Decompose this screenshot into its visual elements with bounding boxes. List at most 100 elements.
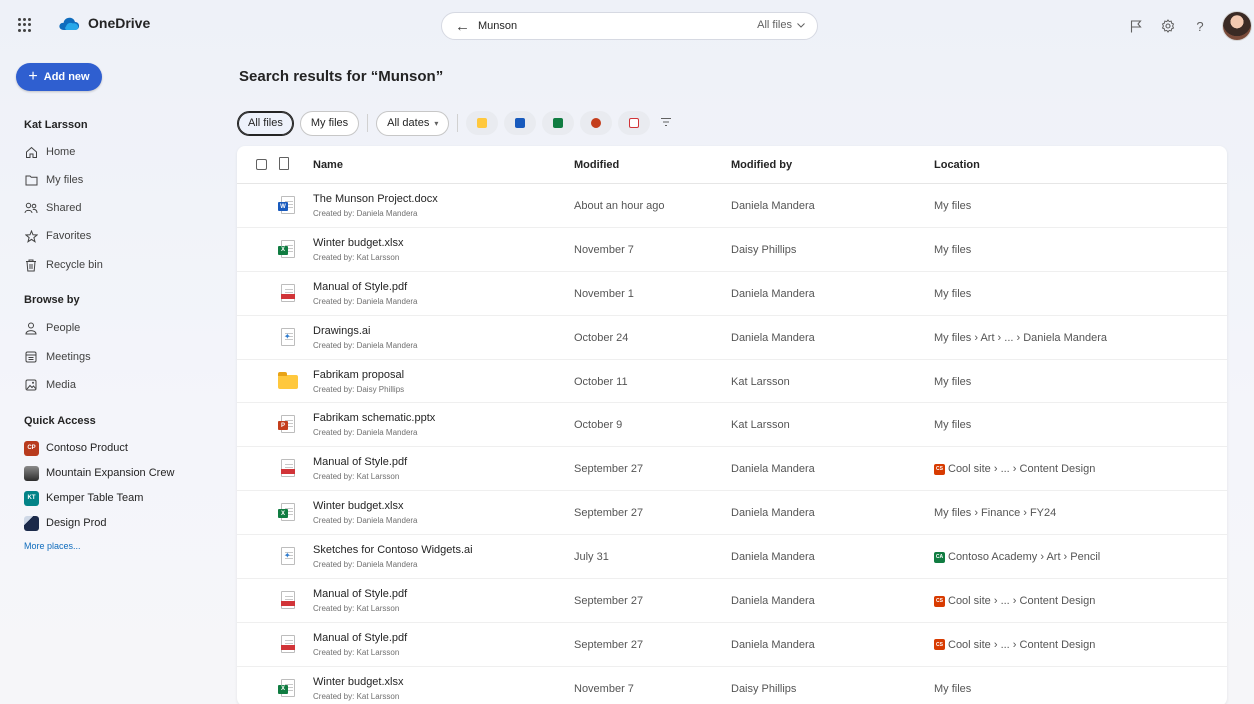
location[interactable]: My files [934, 376, 971, 388]
site-badge-icon: CS [934, 595, 945, 607]
table-row[interactable]: Fabrikam proposal Created by: Daisy Phill… [237, 360, 1227, 404]
table-row[interactable]: Manual of Style.pdf Created by: Kat Larss… [237, 579, 1227, 623]
results-table: Name Modified Modified by Location W The … [237, 146, 1227, 704]
file-name[interactable]: Drawings.ai [313, 325, 370, 337]
file-name[interactable]: Winter budget.xlsx [313, 237, 403, 249]
profile-avatar[interactable] [1222, 11, 1252, 41]
location[interactable]: CA Contoso Academy › Art › Pencil [934, 551, 1100, 563]
more-places-link[interactable]: More places... [24, 541, 81, 551]
nav-item-media[interactable]: Media [24, 376, 76, 394]
powerpoint-icon [591, 118, 602, 128]
table-row[interactable]: Manual of Style.pdf Created by: Kat Larss… [237, 447, 1227, 492]
table-row[interactable]: X Winter budget.xlsx Created by: Kat Larss… [237, 228, 1227, 272]
location[interactable]: My files [934, 200, 971, 212]
site-badge-icon: CS [934, 639, 945, 651]
help-icon[interactable]: ? [1184, 10, 1216, 42]
table-row[interactable]: Manual of Style.pdf Created by: Daniela M… [237, 272, 1227, 316]
excel-file-icon: X [278, 503, 296, 523]
modified-date: September 27 [574, 638, 644, 651]
filter-type-powerpoint[interactable] [580, 111, 613, 135]
search-scope-dropdown[interactable]: All files [757, 19, 805, 31]
filter-type-folder[interactable] [466, 111, 499, 135]
quick-access-mountain-expansion-crew[interactable]: Mountain Expansion Crew [24, 464, 174, 482]
modified-date: October 9 [574, 419, 623, 432]
flag-icon[interactable] [1120, 10, 1152, 42]
file-name[interactable]: Manual of Style.pdf [313, 588, 407, 600]
location[interactable]: CS Cool site › ... › Content Design [934, 463, 1095, 475]
column-name[interactable]: Name [313, 159, 343, 171]
filter-all-files[interactable]: All files [237, 110, 294, 136]
table-row[interactable]: W The Munson Project.docx Created by: Dani… [237, 184, 1227, 228]
location[interactable]: CS Cool site › ... › Content Design [934, 639, 1095, 651]
file-name[interactable]: The Munson Project.docx [313, 193, 438, 205]
location-path: My files [934, 419, 972, 432]
search-query[interactable]: Munson [478, 20, 517, 32]
location[interactable]: My files [934, 683, 971, 695]
file-name[interactable]: Fabrikam schematic.pptx [313, 412, 435, 424]
location[interactable]: My files [934, 244, 971, 256]
site-badge-icon: CP [24, 440, 39, 456]
location-path: My files [934, 200, 972, 212]
location[interactable]: My files › Art › ... › Daniela Mandera [934, 332, 1107, 344]
quick-access-label: Kemper Table Team [46, 492, 144, 504]
filter-type-pdf[interactable] [618, 111, 651, 135]
table-row[interactable]: P Fabrikam schematic.pptx Created by: Dani… [237, 403, 1227, 448]
filter-type-word[interactable] [504, 111, 537, 135]
onedrive-brand[interactable]: OneDrive [58, 15, 150, 31]
file-name[interactable]: Manual of Style.pdf [313, 456, 407, 468]
search-box[interactable]: ← Munson All files [441, 12, 818, 40]
location[interactable]: My files [934, 419, 971, 431]
location-path: My files [934, 375, 972, 388]
file-name[interactable]: Manual of Style.pdf [313, 632, 407, 644]
table-row[interactable]: X Winter budget.xlsx Created by: Daniela M… [237, 491, 1227, 536]
location[interactable]: CS Cool site › ... › Content Design [934, 595, 1095, 607]
table-row[interactable]: X Winter budget.xlsx Created by: Kat Larss… [237, 667, 1227, 704]
file-name[interactable]: Fabrikam proposal [313, 369, 404, 381]
modified-date: October 24 [574, 331, 629, 344]
arrow-left-icon[interactable]: ← [455, 18, 470, 35]
file-name[interactable]: Manual of Style.pdf [313, 281, 407, 293]
excel-file-icon: X [278, 678, 296, 699]
app-launcher-icon[interactable] [18, 18, 32, 32]
quick-access-design-prod[interactable]: Design Prod [24, 514, 107, 532]
modified-by: Daniela Mandera [731, 463, 815, 476]
file-name[interactable]: Sketches for Contoso Widgets.ai [313, 544, 473, 556]
nav-item-favorites[interactable]: Favorites [24, 227, 91, 245]
filter-icon[interactable] [660, 116, 672, 130]
page-title: Search results for “Munson” [239, 68, 444, 85]
filter-my-files[interactable]: My files [299, 110, 360, 136]
column-modified-by[interactable]: Modified by [731, 159, 792, 171]
nav-item-shared[interactable]: Shared [24, 199, 81, 217]
nav-item-people[interactable]: People [24, 319, 80, 337]
nav-item-recycle-bin[interactable]: Recycle bin [24, 256, 103, 274]
image-icon [24, 378, 38, 392]
filter-type-excel[interactable] [542, 111, 575, 135]
select-all-checkbox[interactable] [256, 159, 267, 170]
quick-access-kemper-table-team[interactable]: KT Kemper Table Team [24, 489, 143, 507]
add-new-button[interactable]: + Add new [16, 63, 102, 91]
location-path: Cool site › ... › Content Design [948, 463, 1096, 476]
table-header: Name Modified Modified by Location [237, 146, 1227, 184]
column-location[interactable]: Location [934, 159, 980, 171]
table-row[interactable]: ✦ Sketches for Contoso Widgets.ai Created … [237, 535, 1227, 580]
nav-item-label: Shared [46, 202, 82, 214]
location[interactable]: My files › Finance › FY24 [934, 507, 1056, 519]
nav-item-my-files[interactable]: My files [24, 171, 83, 189]
location[interactable]: My files [934, 288, 971, 300]
quick-access-contoso-product[interactable]: CP Contoso Product [24, 439, 128, 457]
table-row[interactable]: Manual of Style.pdf Created by: Kat Larss… [237, 623, 1227, 667]
divider [367, 114, 369, 132]
pdf-file-icon [278, 634, 296, 655]
settings-icon[interactable] [1152, 10, 1184, 42]
location-path: My files [934, 243, 972, 256]
search-scope-label: All files [757, 19, 792, 31]
nav-item-meetings[interactable]: Meetings [24, 348, 91, 366]
filter-all-dates-dropdown[interactable]: All dates ▾ [376, 110, 450, 136]
table-row[interactable]: ✦ Drawings.ai Created by: Daniela Mandera O… [237, 316, 1227, 360]
location-path: My files [934, 682, 972, 695]
file-name[interactable]: Winter budget.xlsx [313, 500, 403, 512]
file-name[interactable]: Winter budget.xlsx [313, 676, 403, 688]
column-modified[interactable]: Modified [574, 159, 619, 171]
modified-date: October 11 [574, 375, 628, 388]
nav-item-home[interactable]: Home [24, 143, 75, 161]
